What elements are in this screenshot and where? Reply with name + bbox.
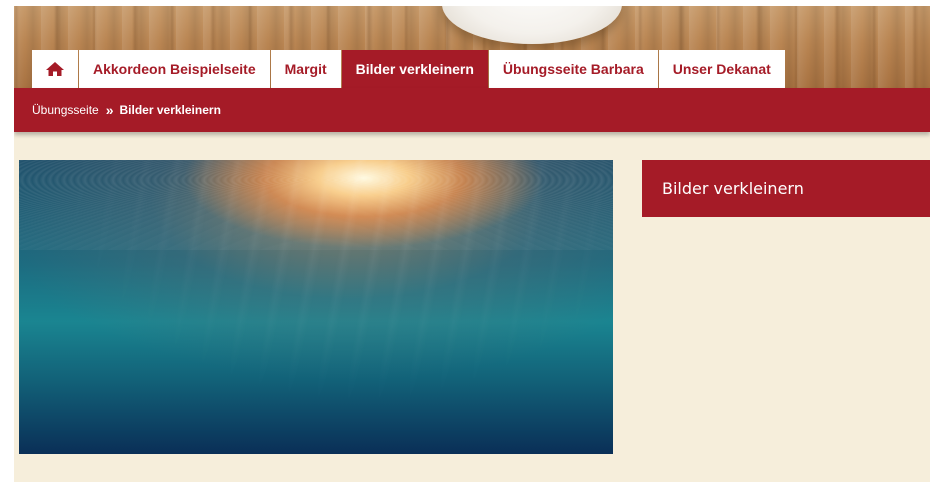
nav-tab-bilder-verkleinern[interactable]: Bilder verkleinern [341,50,488,88]
main-navigation: Akkordeon Beispielseite Margit Bilder ve… [32,50,786,88]
nav-tab-uebungsseite-barbara[interactable]: Übungsseite Barbara [488,50,658,88]
page: Akkordeon Beispielseite Margit Bilder ve… [14,6,930,482]
hero-underwater-image [19,160,613,454]
breadcrumb: Übungsseite » Bilder verkleinern [14,88,930,132]
breadcrumb-current: Bilder verkleinern [119,103,221,117]
nav-tab-akkordeon-beispielseite[interactable]: Akkordeon Beispielseite [79,50,270,88]
nav-home-tab[interactable] [32,50,78,88]
breadcrumb-parent-link[interactable]: Übungsseite [32,103,99,117]
header-cup-decoration [442,6,622,44]
hero-water-surface [19,160,613,250]
nav-tab-unser-dekanat[interactable]: Unser Dekanat [658,50,785,88]
home-icon [45,61,65,77]
sidebar-title: Bilder verkleinern [662,179,804,198]
sidebar-navigation-box[interactable]: Bilder verkleinern [642,160,930,217]
breadcrumb-separator: » [105,102,114,118]
nav-tab-margit[interactable]: Margit [270,50,341,88]
